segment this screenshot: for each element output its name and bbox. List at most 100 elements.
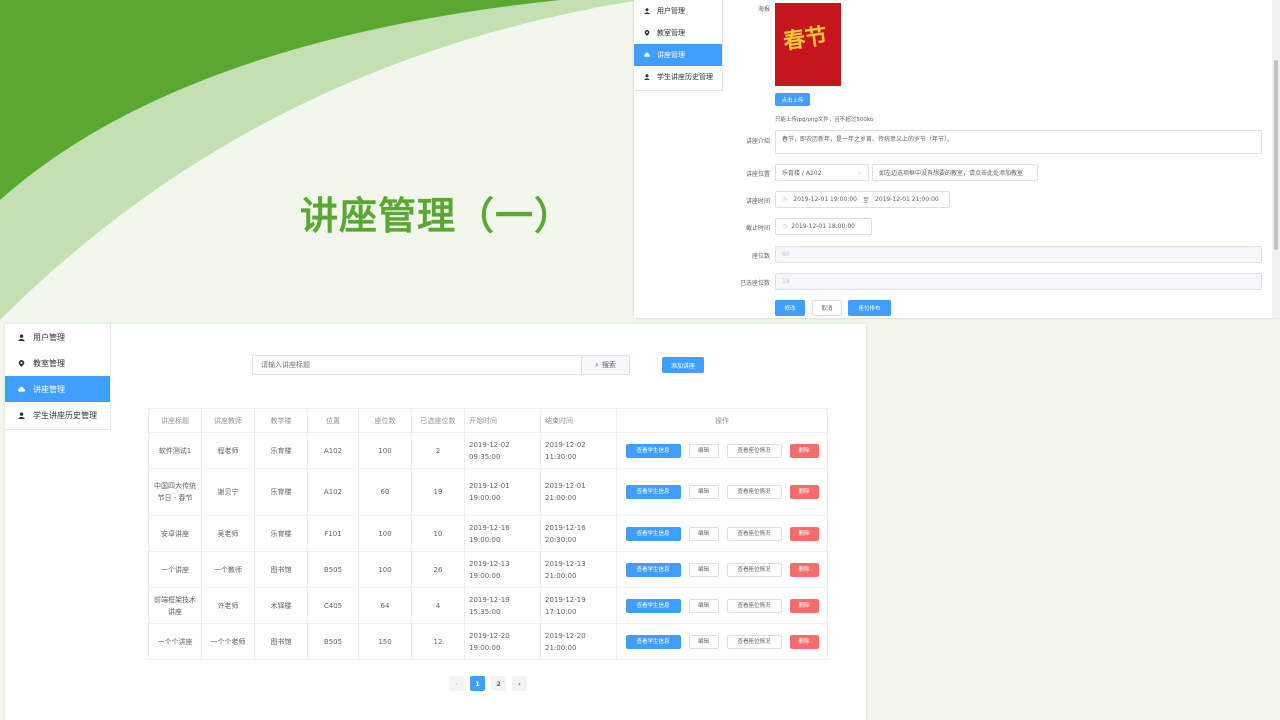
building-cell: 乐育楼: [254, 515, 308, 552]
view-seats-button[interactable]: 查看座位情况: [726, 526, 782, 541]
sidebar-item-label: 讲座管理: [33, 384, 65, 394]
sidebar-item-classrooms[interactable]: 教室管理: [634, 22, 722, 44]
add-classroom-tip[interactable]: 如左边选项框中没有想要的教室，请点击此处添加教室: [872, 164, 1038, 181]
time-separator: 至: [862, 197, 869, 204]
column-header: 结束时间: [540, 408, 617, 433]
table-row: 一个个讲座 一个个老师 图书馆 B505 150 12 2019-12-20 19:00:0…: [148, 623, 828, 660]
sidebar-item-classrooms[interactable]: 教室管理: [5, 350, 110, 376]
lecture-form: 海报 春节 点击上传 只能上传jpg/png文件，且不超过500kb 讲座介绍 …: [722, 0, 1280, 318]
time-range-picker[interactable]: ◷ 2019-12-01 19:00:00 至 2019-12-01 21:00…: [775, 191, 950, 208]
lecture-title-cell: 中国四大传统节日 - 春节: [148, 468, 202, 516]
location-icon: [18, 359, 25, 367]
modify-button[interactable]: 修改: [775, 300, 805, 316]
start-time-cell: 2019-12-16 19:00:00: [464, 515, 541, 552]
next-page-button[interactable]: ›: [512, 676, 527, 691]
poster-label: 海报: [757, 6, 770, 13]
sidebar-item-history[interactable]: 学生讲座历史管理: [634, 66, 722, 88]
cancel-button[interactable]: 取消: [812, 300, 842, 316]
seats-label: 座位数: [751, 253, 770, 260]
row-actions: 查看学生信息 编辑 查看座位情况 删除: [621, 598, 823, 613]
user-icon: [18, 333, 25, 341]
sidebar-item-users[interactable]: 用户管理: [5, 324, 110, 350]
cloud-icon: [18, 386, 25, 392]
room-cell: A102: [307, 432, 359, 469]
sidebar-item-label: 教室管理: [33, 358, 65, 368]
edit-button[interactable]: 编辑: [688, 634, 719, 649]
search-input[interactable]: [252, 355, 582, 375]
edit-button[interactable]: 编辑: [688, 443, 719, 458]
seats-cell: 100: [358, 551, 412, 588]
view-students-button[interactable]: 查看学生信息: [625, 443, 681, 458]
sidebar-item-lectures[interactable]: 讲座管理: [634, 44, 722, 66]
column-header: 已选座位数: [411, 408, 465, 433]
sidebar-item-label: 教室管理: [657, 29, 685, 37]
edit-button[interactable]: 编辑: [688, 526, 719, 541]
view-students-button[interactable]: 查看学生信息: [625, 562, 681, 577]
seat-layout-button[interactable]: 座位排布: [848, 300, 891, 316]
view-students-button[interactable]: 查看学生信息: [625, 526, 681, 541]
start-time-cell: 2019-12-01 19:00:00: [464, 468, 541, 516]
edit-button[interactable]: 编辑: [688, 562, 719, 577]
building-cell: 乐育楼: [254, 432, 308, 469]
lecture-title-cell: 一个讲座: [148, 551, 202, 588]
pagination: ‹ 1 2 ›: [449, 676, 527, 691]
clock-icon: ◷: [782, 196, 788, 203]
view-students-button[interactable]: 查看学生信息: [625, 634, 681, 649]
view-seats-button[interactable]: 查看座位情况: [726, 598, 782, 613]
view-seats-button[interactable]: 查看座位情况: [726, 562, 782, 577]
page-button[interactable]: 2: [491, 676, 506, 691]
delete-button[interactable]: 删除: [789, 485, 819, 499]
lecture-title-cell: 一个个讲座: [148, 623, 202, 660]
actions-cell: 查看学生信息 编辑 查看座位情况 删除: [616, 587, 828, 624]
room-cell: A102: [307, 468, 359, 516]
delete-button[interactable]: 删除: [789, 526, 819, 541]
upload-button[interactable]: 点击上传: [775, 93, 810, 106]
prev-page-button[interactable]: ‹: [449, 676, 464, 691]
delete-button[interactable]: 删除: [789, 443, 819, 458]
intro-textarea[interactable]: 春节，即农历新年，是一年之岁首、传统意义上的岁节（年节）。: [775, 130, 1262, 154]
delete-button[interactable]: 删除: [789, 562, 819, 577]
edit-button[interactable]: 编辑: [688, 485, 719, 499]
search-button[interactable]: ⌕ 搜索: [582, 355, 630, 375]
building-cell: 图书馆: [254, 623, 308, 660]
start-time-cell: 2019-12-13 19:00:00: [464, 551, 541, 588]
add-lecture-button[interactable]: 添加讲座: [662, 357, 704, 373]
search-button-label: 搜索: [601, 361, 616, 369]
end-time-cell: 2019-12-19 17:10:00: [540, 587, 617, 624]
view-seats-button[interactable]: 查看座位情况: [726, 443, 782, 458]
scrollbar-thumb[interactable]: [1274, 60, 1278, 250]
end-time-cell: 2019-12-13 21:00:00: [540, 551, 617, 588]
scrollbar[interactable]: [1272, 0, 1280, 318]
time-start: 2019-12-01 19:00:00: [793, 196, 857, 203]
room-cell: F101: [307, 515, 359, 552]
selected-seats-label: 已选座位数: [739, 280, 770, 287]
row-actions: 查看学生信息 编辑 查看座位情况 删除: [621, 562, 823, 577]
location-select[interactable]: 乐育楼 / A102 ⌄: [775, 164, 869, 181]
seats-cell: 60: [358, 468, 412, 516]
view-students-button[interactable]: 查看学生信息: [625, 598, 681, 613]
seats-field[interactable]: 60: [775, 246, 1262, 263]
edit-lecture-screenshot: 用户管理 教室管理 讲座管理 学生讲座历史管理 海报 春节 点击上传 只能上传j…: [634, 0, 1280, 318]
view-seats-button[interactable]: 查看座位情况: [726, 485, 782, 499]
chevron-down-icon: ⌄: [856, 169, 862, 176]
selected-seats-cell: 4: [411, 587, 465, 624]
actions-cell: 查看学生信息 编辑 查看座位情况 删除: [616, 623, 828, 660]
building-cell: 图书馆: [254, 551, 308, 588]
table-row: 安卓讲座 吴老师 乐育楼 F101 100 10 2019-12-16 19:00:00 20…: [148, 515, 828, 552]
edit-button[interactable]: 编辑: [688, 598, 719, 613]
sidebar-item-history[interactable]: 学生讲座历史管理: [5, 402, 110, 428]
selected-seats-field[interactable]: 19: [775, 273, 1262, 290]
page-button[interactable]: 1: [470, 676, 485, 691]
sidebar-item-lectures[interactable]: 讲座管理: [5, 376, 110, 402]
view-seats-button[interactable]: 查看座位情况: [726, 634, 782, 649]
deadline-picker[interactable]: ◷ 2019-12-01 18:00:00: [775, 218, 872, 235]
view-students-button[interactable]: 查看学生信息: [625, 485, 681, 499]
time-label: 讲座时间: [745, 198, 770, 205]
lecture-table: 讲座标题 讲座教师 教学楼 位置 座位数 已选座位数 开始时间 结束时间 操作 …: [148, 408, 828, 660]
sidebar-item-users[interactable]: 用户管理: [634, 0, 722, 22]
end-time-cell: 2019-12-01 21:00:00: [540, 468, 617, 516]
delete-button[interactable]: 删除: [789, 634, 819, 649]
delete-button[interactable]: 删除: [789, 598, 819, 613]
user-icon: [644, 74, 650, 80]
room-cell: B505: [307, 623, 359, 660]
